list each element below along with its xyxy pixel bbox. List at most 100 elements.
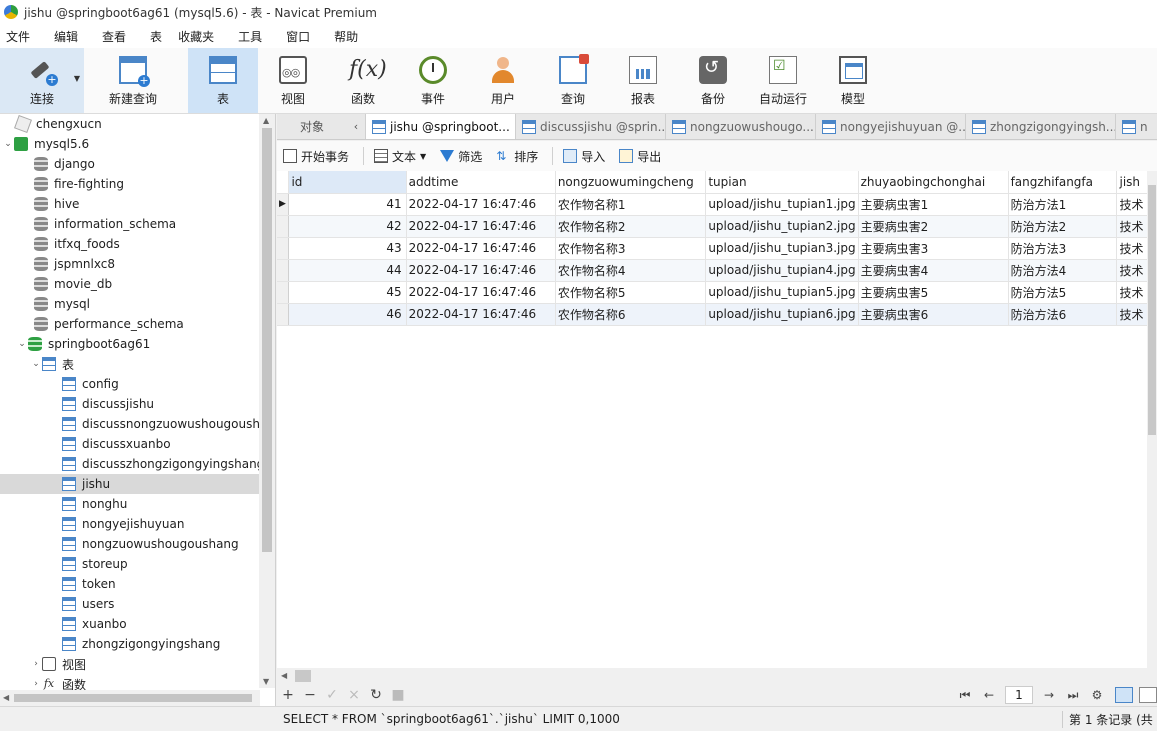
tree-db-fire-fighting[interactable]: fire-fighting	[0, 174, 275, 194]
tree-table-nongzuowushougoushang[interactable]: nongzuowushougoushang	[0, 534, 275, 554]
cell-fangzhifangfa[interactable]: 防治方法4	[1008, 259, 1118, 282]
tree-db-itfxq-foods[interactable]: itfxq_foods	[0, 234, 275, 254]
menu-table[interactable]: 表	[144, 28, 168, 45]
cell-addtime[interactable]: 2022-04-17 16:47:46	[406, 303, 556, 326]
toolbar-table-button[interactable]: 表	[188, 48, 258, 113]
cell-fangzhifangfa[interactable]: 防治方法1	[1008, 193, 1118, 216]
tree-db-jspmnlxc8[interactable]: jspmnlxc8	[0, 254, 275, 274]
cell-nongzuowumingcheng[interactable]: 农作物名称5	[555, 281, 707, 304]
cell-id[interactable]: 41	[288, 193, 407, 216]
chevron-right-icon[interactable]: ›	[30, 679, 42, 689]
scroll-down-icon[interactable]: ▼	[263, 677, 269, 686]
menu-window[interactable]: 窗口	[280, 28, 316, 45]
row-selector[interactable]	[277, 303, 290, 326]
cell-fangzhifangfa[interactable]: 防治方法5	[1008, 281, 1118, 304]
cell-id[interactable]: 44	[288, 259, 407, 282]
tree-table-discussnongzuowushougoushang[interactable]: discussnongzuowushougoushang	[0, 414, 275, 434]
toolbar-model-button[interactable]: 模型	[818, 48, 888, 113]
chevron-left-icon[interactable]: ‹	[347, 114, 365, 139]
tab-discussjishu[interactable]: discussjishu @sprin...	[515, 114, 665, 139]
cell-tupian[interactable]: upload/jishu_tupian3.jpg	[705, 237, 859, 260]
prev-page-icon[interactable]: ←	[977, 688, 1001, 702]
form-view-icon[interactable]	[1139, 687, 1157, 703]
tree-table-zhongzigongyingshang[interactable]: zhongzigongyingshang	[0, 634, 275, 654]
tree-table-discussjishu[interactable]: discussjishu	[0, 394, 275, 414]
column-header-tupian[interactable]: tupian	[705, 171, 859, 194]
delete-record-icon[interactable]: −	[299, 687, 321, 703]
refresh-icon[interactable]: ↻	[365, 687, 387, 703]
cell-nongzuowumingcheng[interactable]: 农作物名称4	[555, 259, 707, 282]
toolbar-auto-run-button[interactable]: 自动运行	[748, 48, 818, 113]
scroll-thumb[interactable]	[14, 694, 252, 702]
tree-table-xuanbo[interactable]: xuanbo	[0, 614, 275, 634]
table-row[interactable]: ▶ 41 2022-04-17 16:47:46 农作物名称1 upload/j…	[277, 193, 1157, 216]
cell-fangzhifangfa[interactable]: 防治方法2	[1008, 215, 1118, 238]
cell-zhuyaobingchonghai[interactable]: 主要病虫害1	[858, 193, 1009, 216]
row-selector[interactable]	[277, 281, 290, 304]
row-selector[interactable]	[277, 259, 290, 282]
cell-id[interactable]: 42	[288, 215, 407, 238]
first-page-icon[interactable]: ⏮	[953, 688, 977, 703]
menu-view[interactable]: 查看	[96, 28, 132, 45]
table-row[interactable]: 44 2022-04-17 16:47:46 农作物名称4 upload/jis…	[277, 259, 1157, 282]
cell-zhuyaobingchonghai[interactable]: 主要病虫害4	[858, 259, 1009, 282]
cell-id[interactable]: 45	[288, 281, 407, 304]
cell-zhuyaobingchonghai[interactable]: 主要病虫害2	[858, 215, 1009, 238]
tree-table-jishu[interactable]: jishu	[0, 474, 275, 494]
cell-tupian[interactable]: upload/jishu_tupian6.jpg	[705, 303, 859, 326]
cell-nongzuowumingcheng[interactable]: 农作物名称6	[555, 303, 707, 326]
begin-transaction-button[interactable]: 开始事务	[283, 148, 349, 165]
cell-addtime[interactable]: 2022-04-17 16:47:46	[406, 259, 556, 282]
tree-tables-folder[interactable]: ⌄ 表	[0, 354, 275, 374]
column-header-zhuyaobingchonghai[interactable]: zhuyaobingchonghai	[858, 171, 1009, 194]
cell-fangzhifangfa[interactable]: 防治方法6	[1008, 303, 1118, 326]
toolbar-user-button[interactable]: 用户	[468, 48, 538, 113]
cell-addtime[interactable]: 2022-04-17 16:47:46	[406, 237, 556, 260]
cell-id[interactable]: 46	[288, 303, 407, 326]
tree-db-information-schema[interactable]: information_schema	[0, 214, 275, 234]
cell-tupian[interactable]: upload/jishu_tupian4.jpg	[705, 259, 859, 282]
tree-views-folder[interactable]: › 视图	[0, 654, 275, 674]
apply-check-icon[interactable]: ✓	[321, 687, 343, 703]
chevron-down-icon[interactable]: ▼	[420, 152, 426, 161]
scroll-up-icon[interactable]: ▲	[263, 116, 269, 125]
toolbar-report-button[interactable]: 报表	[608, 48, 678, 113]
cell-id[interactable]: 43	[288, 237, 407, 260]
tree-table-storeup[interactable]: storeup	[0, 554, 275, 574]
cell-nongzuowumingcheng[interactable]: 农作物名称1	[555, 193, 707, 216]
table-row[interactable]: 45 2022-04-17 16:47:46 农作物名称5 upload/jis…	[277, 281, 1157, 304]
cell-addtime[interactable]: 2022-04-17 16:47:46	[406, 215, 556, 238]
column-header-addtime[interactable]: addtime	[406, 171, 556, 194]
tab-overflow[interactable]: n	[1115, 114, 1155, 139]
stop-icon[interactable]: ■	[387, 687, 409, 703]
tree-db-performance-schema[interactable]: performance_schema	[0, 314, 275, 334]
toolbar-function-button[interactable]: f(x) 函数	[328, 48, 398, 113]
cell-addtime[interactable]: 2022-04-17 16:47:46	[406, 193, 556, 216]
text-button[interactable]: 文本 ▼	[374, 148, 426, 165]
tab-zhongzigongyingshang[interactable]: zhongzigongyingsh...	[965, 114, 1115, 139]
menu-help[interactable]: 帮助	[328, 28, 364, 45]
page-number-input[interactable]: 1	[1005, 686, 1033, 704]
toolbar-backup-button[interactable]: 备份	[678, 48, 748, 113]
export-button[interactable]: 导出	[619, 148, 661, 165]
toolbar-view-button[interactable]: 视图	[258, 48, 328, 113]
tab-nongzuowushougoushang[interactable]: nongzuowushougo...	[665, 114, 815, 139]
discard-x-icon[interactable]: ×	[343, 687, 365, 703]
next-page-icon[interactable]: →	[1037, 688, 1061, 702]
cell-zhuyaobingchonghai[interactable]: 主要病虫害6	[858, 303, 1009, 326]
tree-db-mysql[interactable]: mysql	[0, 294, 275, 314]
chevron-down-icon[interactable]: ⌄	[2, 139, 14, 149]
tree-connection-mysql56[interactable]: ⌄ mysql5.6	[0, 134, 275, 154]
tree-db-springboot6ag61[interactable]: ⌄ springboot6ag61	[0, 334, 275, 354]
tree-table-nongyejishuyuan[interactable]: nongyejishuyuan	[0, 514, 275, 534]
table-row[interactable]: 43 2022-04-17 16:47:46 农作物名称3 upload/jis…	[277, 237, 1157, 260]
import-button[interactable]: 导入	[563, 148, 605, 165]
new-query-button[interactable]: 新建查询	[84, 48, 182, 113]
menu-edit[interactable]: 编辑	[48, 28, 84, 45]
tab-objects[interactable]: 对象	[277, 114, 347, 139]
tree-table-token[interactable]: token	[0, 574, 275, 594]
scroll-thumb[interactable]	[262, 128, 272, 552]
cell-tupian[interactable]: upload/jishu_tupian5.jpg	[705, 281, 859, 304]
tree-db-django[interactable]: django	[0, 154, 275, 174]
column-header-fangzhifangfa[interactable]: fangzhifangfa	[1008, 171, 1118, 194]
